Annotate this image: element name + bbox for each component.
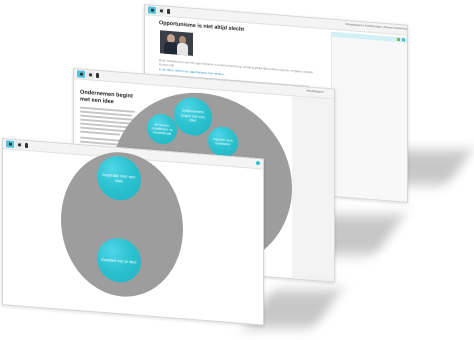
video-thumbnail[interactable] bbox=[160, 30, 193, 56]
list-icon[interactable] bbox=[157, 7, 165, 15]
back-sidebar bbox=[331, 31, 408, 203]
person-icon[interactable] bbox=[96, 72, 99, 79]
person-icon[interactable] bbox=[25, 142, 28, 149]
chat-icon[interactable] bbox=[15, 141, 23, 149]
chat-icon[interactable] bbox=[86, 71, 94, 79]
back-toolbar bbox=[145, 5, 407, 36]
home-icon[interactable] bbox=[77, 70, 85, 78]
user-icon[interactable] bbox=[148, 6, 156, 14]
front-status-dot bbox=[256, 160, 260, 166]
home-icon[interactable] bbox=[6, 140, 14, 148]
middle-right-area bbox=[292, 96, 334, 283]
front-window: Inspiratie voor een idee Kwaliteit van j… bbox=[2, 138, 264, 326]
middle-page-title: Ondernemen begint met een idee bbox=[80, 89, 133, 106]
pen-icon[interactable] bbox=[167, 8, 170, 15]
